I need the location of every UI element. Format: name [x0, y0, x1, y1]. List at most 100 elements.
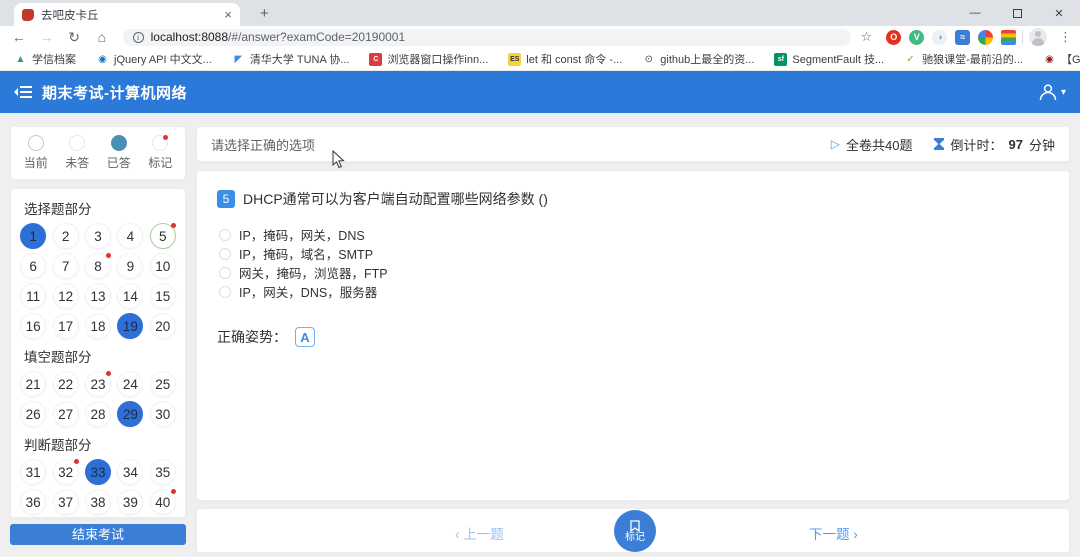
question-number-26[interactable]: 26 [20, 401, 47, 427]
question-number-33[interactable]: 33 [84, 459, 111, 485]
profile-avatar[interactable] [1029, 28, 1047, 46]
question-number-36[interactable]: 36 [20, 489, 47, 515]
section-title: 选择题部分 [24, 202, 92, 217]
refresh-icon[interactable]: ↻ [63, 29, 85, 46]
question-number-32[interactable]: 32 [52, 459, 79, 485]
mark-question-button[interactable]: 标记 [614, 510, 656, 552]
bookmark-item[interactable]: ◤ 清华大学 TUNA 协... [232, 51, 349, 67]
question-number-35[interactable]: 35 [149, 459, 176, 485]
legend-unanswered-icon [69, 135, 86, 151]
next-question-button[interactable]: 下一题 › [809, 523, 858, 543]
tab-close-icon[interactable]: × [224, 7, 232, 22]
question-number-14[interactable]: 14 [117, 283, 144, 309]
legend-label: 已答 [106, 156, 131, 170]
question-number-29[interactable]: 29 [117, 401, 144, 427]
bookmark-item[interactable]: C 浏览器窗口操作inn... [369, 51, 488, 67]
bookmark-item[interactable]: ⊙ github上最全的资... [642, 51, 755, 67]
question-number-15[interactable]: 15 [149, 283, 176, 309]
question-number-6[interactable]: 6 [20, 253, 47, 279]
radio-icon[interactable] [219, 266, 231, 279]
page-info-icon[interactable] [132, 31, 144, 43]
address-bar[interactable]: localhost:8088/#/answer?examCode=2019000… [122, 28, 851, 46]
question-number-34[interactable]: 34 [117, 459, 144, 485]
window-maximize-button[interactable] [996, 0, 1038, 26]
question-number-3[interactable]: 3 [84, 223, 111, 249]
option-row-B[interactable]: IP，掩码，域名，SMTP [219, 244, 1049, 263]
radio-icon[interactable] [219, 285, 231, 298]
question-number-28[interactable]: 28 [84, 401, 111, 427]
legend-marked-icon [152, 135, 169, 151]
question-number-31[interactable]: 31 [20, 459, 47, 485]
chevron-left-icon: ‹ [455, 527, 460, 542]
rainbow-extension-icon[interactable] [1001, 29, 1017, 45]
question-number-17[interactable]: 17 [52, 313, 79, 339]
option-label: IP，掩码，网关，DNS [239, 229, 365, 243]
forward-icon[interactable]: → [36, 29, 58, 45]
bookmark-label: github上最全的资... [660, 54, 755, 66]
bookmark-label: let 和 const 命令 -... [526, 54, 623, 66]
question-number-8[interactable]: 8 [84, 253, 111, 279]
question-number-5[interactable]: 5 [149, 223, 176, 249]
question-number-2[interactable]: 2 [52, 223, 79, 249]
marker-dot [105, 253, 111, 258]
bookmark-item[interactable]: ◉ 【Google Chrome... [1043, 51, 1080, 67]
legend-item-answered: 已答 [107, 135, 131, 171]
question-number-12[interactable]: 12 [52, 283, 79, 309]
question-number-16[interactable]: 16 [20, 313, 47, 339]
moon-circle-extension-icon[interactable]: ◑ [932, 29, 948, 45]
question-number-24[interactable]: 24 [117, 371, 144, 397]
question-prompt: 请选择正确的选项 [211, 137, 316, 153]
home-icon[interactable]: ⌂ [91, 29, 113, 45]
question-number-38[interactable]: 38 [84, 489, 111, 515]
question-number-37[interactable]: 37 [52, 489, 79, 515]
question-number-30[interactable]: 30 [149, 401, 176, 427]
radio-icon[interactable] [219, 247, 231, 260]
option-row-C[interactable]: 网关，掩码，浏览器，FTP [219, 263, 1049, 282]
back-icon[interactable]: ← [8, 29, 30, 45]
red-hand-extension-icon[interactable]: O [886, 29, 902, 45]
fold-menu-icon[interactable] [14, 85, 32, 99]
bookmark-item[interactable]: sf SegmentFault 技... [774, 51, 884, 67]
end-exam-button[interactable]: 结束考试 [10, 524, 186, 545]
new-tab-button[interactable]: + [252, 3, 277, 24]
question-number-4[interactable]: 4 [117, 223, 144, 249]
blue-waves-extension-icon[interactable]: ≈ [955, 29, 971, 45]
bookmark-item[interactable]: ES let 和 const 命令 -... [508, 51, 622, 67]
options-list: IP，掩码，网关，DNS IP，掩码，域名，SMTP 网关，掩码，浏览器，FTP IP… [217, 225, 1049, 301]
question-number-20[interactable]: 20 [149, 313, 176, 339]
vue-devtools-extension-icon[interactable]: V [909, 29, 925, 45]
tuna-plane-icon: ◤ [234, 53, 243, 65]
window-close-button[interactable]: ✕ [1038, 0, 1080, 26]
question-number-23[interactable]: 23 [84, 371, 111, 397]
app-header: 期末考试-计算机网络 ▾ [0, 71, 1080, 113]
bookmark-item[interactable]: ◉ jQuery API 中文文... [96, 51, 212, 67]
bookmark-star-icon[interactable]: ☆ [861, 29, 873, 45]
browser-tab[interactable]: 去吧皮卡丘 × [14, 3, 240, 26]
segmentfault-logo-icon: sf [774, 52, 788, 66]
pinwheel-extension-icon[interactable] [978, 29, 994, 45]
question-number-19[interactable]: 19 [117, 313, 144, 339]
radio-icon[interactable] [219, 228, 231, 241]
countdown-value: 97 [1008, 136, 1023, 152]
question-number-21[interactable]: 21 [20, 371, 47, 397]
question-number-25[interactable]: 25 [149, 371, 176, 397]
question-number-40[interactable]: 40 [149, 489, 176, 515]
option-row-A[interactable]: IP，掩码，网关，DNS [219, 225, 1049, 244]
question-number-22[interactable]: 22 [52, 371, 79, 397]
user-menu[interactable]: ▾ [1038, 82, 1066, 102]
bookmark-item[interactable]: ▲ 学信档案 [14, 51, 76, 67]
window-minimize-button[interactable]: — [954, 0, 996, 26]
question-number-27[interactable]: 27 [52, 401, 79, 427]
question-number-1[interactable]: 1 [20, 223, 47, 249]
bookmark-item[interactable]: ✓ 驰狼课堂-最前沿的... [904, 51, 1023, 67]
question-number-11[interactable]: 11 [20, 283, 47, 309]
question-number-10[interactable]: 10 [149, 253, 176, 279]
question-number-18[interactable]: 18 [84, 313, 111, 339]
prev-question-button[interactable]: ‹ 上一题 [455, 523, 504, 543]
option-row-D[interactable]: IP，网关，DNS，服务器 [219, 282, 1049, 301]
browser-menu-icon[interactable]: ⋮ [1059, 29, 1072, 45]
question-number-39[interactable]: 39 [117, 489, 144, 515]
question-number-7[interactable]: 7 [52, 253, 79, 279]
question-number-9[interactable]: 9 [117, 253, 144, 279]
question-number-13[interactable]: 13 [84, 283, 111, 309]
